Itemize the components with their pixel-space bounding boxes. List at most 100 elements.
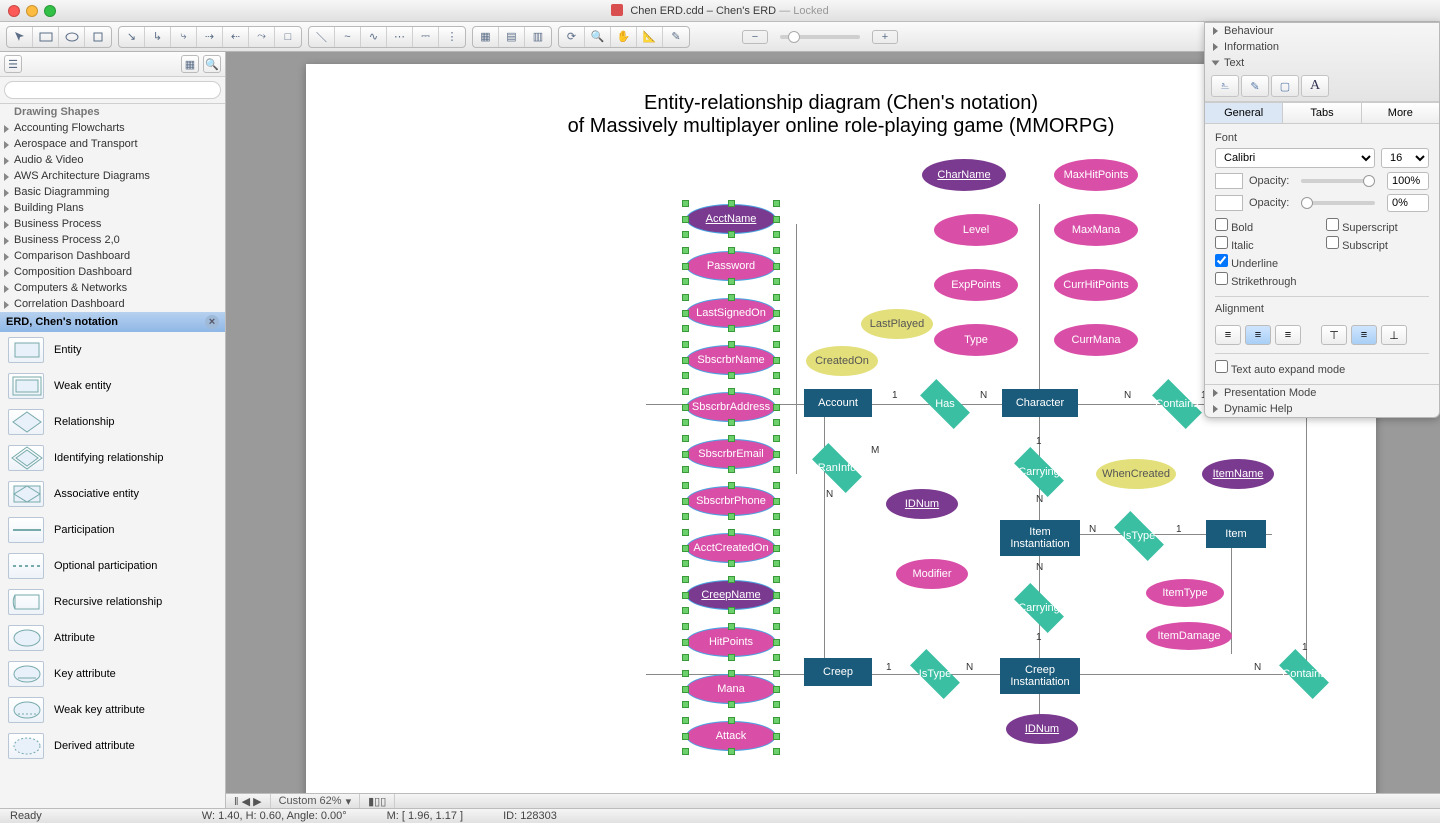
selection-handle[interactable] — [773, 310, 780, 317]
selection-handle[interactable] — [773, 278, 780, 285]
library-item[interactable]: Correlation Dashboard — [0, 296, 225, 312]
close-icon[interactable]: × — [205, 315, 219, 329]
rel-istype[interactable]: IsType — [1106, 520, 1172, 552]
selected-attr[interactable]: AcctCreatedOn — [686, 533, 776, 563]
rel-has[interactable]: Has — [912, 388, 978, 420]
selection-handle[interactable] — [728, 482, 735, 489]
valign-bottom[interactable]: ⊥ — [1381, 325, 1407, 345]
pointer-tool[interactable] — [7, 27, 33, 47]
selected-attr[interactable]: Password — [686, 251, 776, 281]
selection-handle[interactable] — [728, 372, 735, 379]
selected-attr[interactable]: LastSignedOn — [686, 298, 776, 328]
library-item[interactable]: Business Process 2,0 — [0, 232, 225, 248]
selection-handle[interactable] — [773, 513, 780, 520]
grid-icon[interactable]: ▦ — [181, 55, 199, 73]
page-tabs[interactable]: ▮▯▯ — [360, 794, 395, 808]
selection-handle[interactable] — [728, 670, 735, 677]
section-behaviour[interactable]: Behaviour — [1205, 23, 1439, 39]
selection-handle[interactable] — [773, 231, 780, 238]
selection-handle[interactable] — [728, 231, 735, 238]
measure-icon[interactable]: 📐 — [637, 27, 663, 47]
selection-handle[interactable] — [773, 670, 780, 677]
rel-carrying[interactable]: Carrying — [1006, 456, 1072, 488]
attr-exppoints[interactable]: ExpPoints — [934, 269, 1018, 301]
align-tool[interactable]: ▤ — [499, 27, 525, 47]
entity-item-inst[interactable]: Item Instantiation — [1000, 520, 1080, 556]
attr-modifier[interactable]: Modifier — [896, 559, 968, 589]
shape-item[interactable]: Weak entity — [0, 368, 225, 404]
selection-handle[interactable] — [773, 748, 780, 755]
selection-handle[interactable] — [682, 623, 689, 630]
conn-a[interactable]: ↘ — [119, 27, 145, 47]
library-item[interactable]: Comparison Dashboard — [0, 248, 225, 264]
library-item[interactable]: Composition Dashboard — [0, 264, 225, 280]
selection-handle[interactable] — [773, 263, 780, 270]
search-icon[interactable]: 🔍 — [203, 55, 221, 73]
attr-whencreated[interactable]: WhenCreated — [1096, 459, 1176, 489]
selected-attr[interactable]: Mana — [686, 674, 776, 704]
autoexpand-check[interactable]: Text auto expand mode — [1215, 364, 1345, 376]
align-left[interactable]: ≡ — [1215, 325, 1241, 345]
selection-handle[interactable] — [682, 513, 689, 520]
selection-handle[interactable] — [682, 466, 689, 473]
selected-attr[interactable]: SbscrbrAddress — [686, 392, 776, 422]
line-f[interactable]: ⋮ — [439, 27, 465, 47]
selection-handle[interactable] — [728, 419, 735, 426]
shape-item[interactable]: Participation — [0, 512, 225, 548]
selection-handle[interactable] — [728, 341, 735, 348]
attr-charname[interactable]: CharName — [922, 159, 1006, 191]
text-color-swatch[interactable] — [1215, 173, 1243, 189]
selection-handle[interactable] — [682, 639, 689, 646]
selected-attr[interactable]: SbscrbrPhone — [686, 486, 776, 516]
selection-handle[interactable] — [682, 404, 689, 411]
selection-handle[interactable] — [728, 294, 735, 301]
library-tree-icon[interactable]: ☰ — [4, 55, 22, 73]
selection-handle[interactable] — [728, 623, 735, 630]
selection-handle[interactable] — [773, 216, 780, 223]
selection-handle[interactable] — [728, 466, 735, 473]
selection-handle[interactable] — [773, 733, 780, 740]
font-select[interactable]: Calibri — [1215, 148, 1375, 168]
entity-item[interactable]: Item — [1206, 520, 1266, 548]
conn-e[interactable]: ⇠ — [223, 27, 249, 47]
italic-check[interactable]: Italic — [1215, 236, 1318, 252]
attr-createdon[interactable]: CreatedOn — [806, 346, 878, 376]
attr-maxmana[interactable]: MaxMana — [1054, 214, 1138, 246]
opacity-slider-1[interactable] — [1301, 179, 1375, 183]
line-c[interactable]: ∿ — [361, 27, 387, 47]
library-item[interactable]: Accounting Flowcharts — [0, 120, 225, 136]
selection-handle[interactable] — [773, 686, 780, 693]
align-right[interactable]: ≡ — [1275, 325, 1301, 345]
hand-icon[interactable]: ✋ — [611, 27, 637, 47]
selection-handle[interactable] — [682, 498, 689, 505]
tab-tabs[interactable]: Tabs — [1283, 103, 1361, 123]
zoom-slider[interactable] — [780, 35, 860, 39]
library-item[interactable]: Computers & Networks — [0, 280, 225, 296]
selection-handle[interactable] — [682, 560, 689, 567]
selection-handle[interactable] — [773, 701, 780, 708]
shape-item[interactable]: Identifying relationship — [0, 440, 225, 476]
rel-istype2[interactable]: IsType — [902, 658, 968, 690]
selection-handle[interactable] — [728, 325, 735, 332]
entity-creep[interactable]: Creep — [804, 658, 872, 686]
selection-handle[interactable] — [728, 607, 735, 614]
conn-b[interactable]: ↳ — [145, 27, 171, 47]
selection-handle[interactable] — [773, 388, 780, 395]
selection-handle[interactable] — [682, 310, 689, 317]
library-item[interactable]: Audio & Video — [0, 152, 225, 168]
selection-handle[interactable] — [773, 200, 780, 207]
opacity-slider-2[interactable] — [1301, 201, 1375, 205]
selection-handle[interactable] — [773, 529, 780, 536]
entity-creep-inst[interactable]: Creep Instantiation — [1000, 658, 1080, 694]
selection-handle[interactable] — [682, 748, 689, 755]
selection-handle[interactable] — [682, 482, 689, 489]
conn-g[interactable]: □ — [275, 27, 301, 47]
section-text[interactable]: Text — [1205, 55, 1439, 71]
selection-handle[interactable] — [682, 435, 689, 442]
opacity-value-2[interactable] — [1387, 194, 1429, 212]
selection-handle[interactable] — [728, 576, 735, 583]
selection-handle[interactable] — [682, 733, 689, 740]
selection-handle[interactable] — [682, 372, 689, 379]
zoom-label[interactable]: Custom 62% ▾ — [271, 794, 361, 808]
opacity-value-1[interactable] — [1387, 172, 1429, 190]
